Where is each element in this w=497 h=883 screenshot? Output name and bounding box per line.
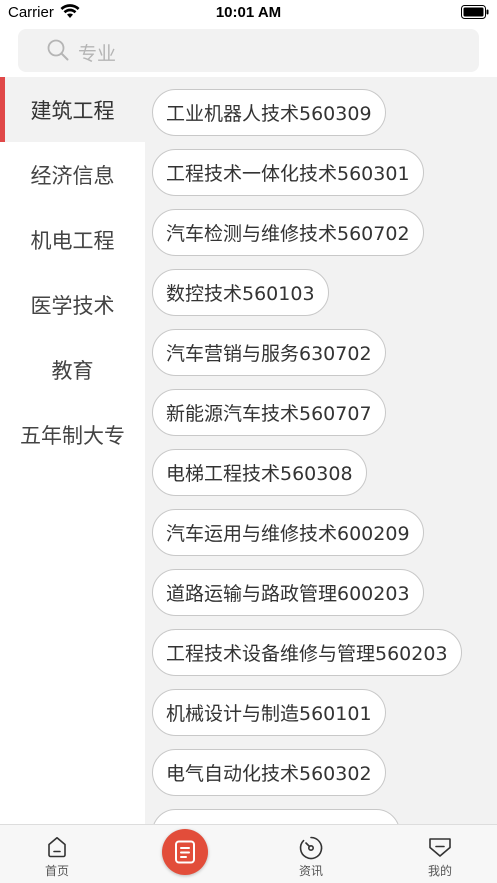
- sidebar-item-education[interactable]: 教育: [0, 337, 145, 402]
- sidebar-item-construction[interactable]: 建筑工程: [0, 77, 145, 142]
- sidebar-item-medical-technology[interactable]: 医学技术: [0, 272, 145, 337]
- major-chip-partial[interactable]: [152, 809, 400, 824]
- user-icon: [429, 838, 451, 857]
- sidebar-item-label: 教育: [51, 358, 94, 383]
- battery-icon: [461, 5, 489, 19]
- search-icon: [47, 39, 69, 61]
- center-action-button[interactable]: [162, 829, 208, 875]
- active-indicator: [0, 77, 5, 142]
- sidebar-item-economy-information[interactable]: 经济信息: [0, 142, 145, 207]
- compass-icon: [299, 836, 323, 860]
- status-bar: Carrier 10:01 AM: [0, 0, 497, 26]
- major-chip[interactable]: 电气自动化技术560302: [152, 749, 386, 796]
- clock: 10:01 AM: [215, 4, 282, 21]
- sidebar-item-label: 医学技术: [30, 293, 115, 318]
- tab-news-label: 资讯: [298, 864, 323, 878]
- tab-home-label: 首页: [44, 864, 69, 878]
- sidebar-item-label: 机电工程: [30, 228, 115, 253]
- tab-profile[interactable]: 我的: [378, 825, 497, 883]
- tab-bar: 首页 资讯 我的: [0, 824, 497, 883]
- major-chip[interactable]: 新能源汽车技术560707: [152, 389, 386, 436]
- major-chip[interactable]: 汽车运用与维修技术600209: [152, 509, 424, 556]
- major-chip[interactable]: 汽车检测与维修技术560702: [152, 209, 424, 256]
- tab-news[interactable]: 资讯: [249, 825, 373, 883]
- sidebar-item-five-year-college[interactable]: 五年制大专: [0, 402, 145, 467]
- tab-profile-label: 我的: [427, 864, 452, 878]
- search-placeholder: 专业: [78, 43, 117, 65]
- major-chip[interactable]: 工业机器人技术560309: [152, 89, 386, 136]
- home-icon: [48, 837, 66, 858]
- sidebar-item-label: 建筑工程: [30, 98, 115, 123]
- document-icon: [175, 840, 195, 864]
- major-chip[interactable]: 机械设计与制造560101: [152, 689, 386, 736]
- sidebar-item-electromechanical[interactable]: 机电工程: [0, 207, 145, 272]
- major-chip[interactable]: 汽车营销与服务630702: [152, 329, 386, 376]
- major-chip[interactable]: 电梯工程技术560308: [152, 449, 367, 496]
- tab-home[interactable]: 首页: [0, 825, 119, 883]
- major-list: 工业机器人技术560309 工程技术一体化技术560301 汽车检测与维修技术5…: [145, 77, 497, 824]
- major-chip[interactable]: 工程技术设备维修与管理560203: [152, 629, 462, 676]
- sidebar-item-label: 五年制大专: [20, 423, 125, 448]
- major-chip[interactable]: 道路运输与路政管理600203: [152, 569, 424, 616]
- major-chip[interactable]: 工程技术一体化技术560301: [152, 149, 424, 196]
- major-chip[interactable]: 数控技术560103: [152, 269, 329, 316]
- category-sidebar: 建筑工程 经济信息 机电工程 医学技术 教育 五年制大专: [0, 77, 145, 824]
- app-screen: Carrier 10:01 AM 专业 建筑工程 经济信息 机电工程 医学技术 …: [0, 0, 497, 883]
- sidebar-item-label: 经济信息: [30, 163, 115, 188]
